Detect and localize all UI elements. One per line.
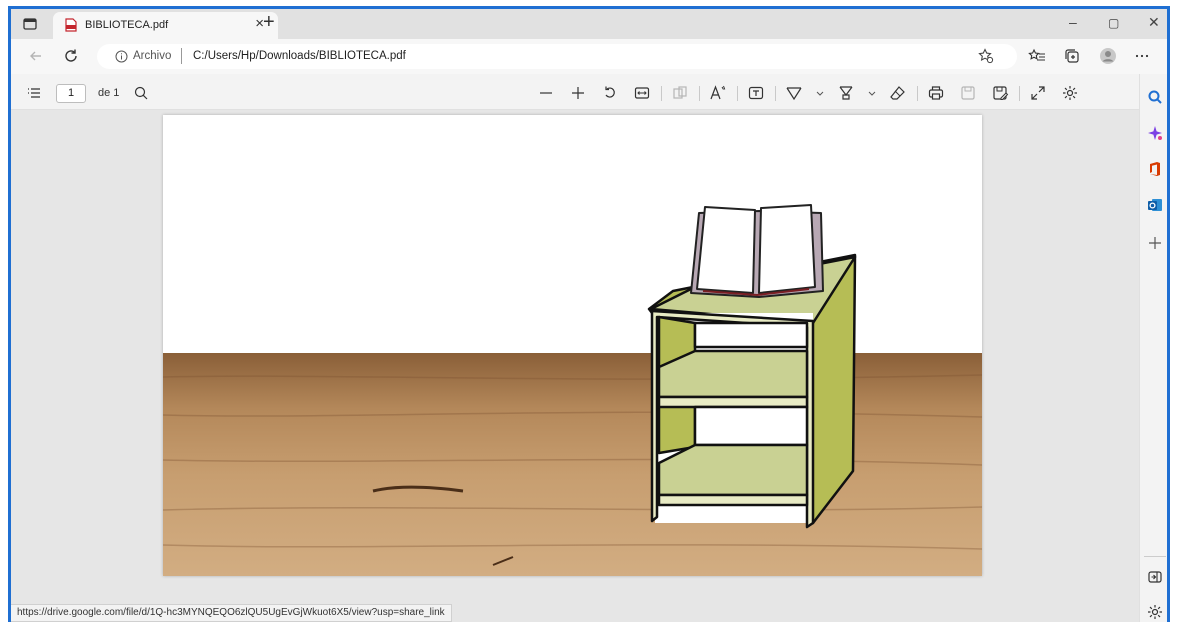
url-text[interactable]: C:/Users/Hp/Downloads/BIBLIOTECA.pdf	[193, 50, 406, 62]
more-icon[interactable]	[1133, 47, 1151, 65]
page-illustration	[163, 115, 982, 576]
read-aloud-icon[interactable]	[709, 84, 727, 102]
contents-icon[interactable]	[25, 84, 43, 102]
status-link: https://drive.google.com/file/d/1Q-hc3MY…	[11, 604, 452, 622]
text-icon[interactable]	[747, 84, 765, 102]
browser-window: BIBLIOTECA.pdf × + – ▢ ✕ Archivo C:/User…	[8, 6, 1170, 622]
pdf-page	[163, 115, 982, 576]
add-icon[interactable]	[1146, 234, 1164, 252]
navigation-bar: Archivo C:/Users/Hp/Downloads/BIBLIOTECA…	[11, 39, 1167, 74]
screen: BIBLIOTECA.pdf × + – ▢ ✕ Archivo C:/User…	[0, 0, 1178, 622]
back-icon[interactable]	[27, 47, 45, 65]
toolbar-divider	[1019, 86, 1020, 101]
toolbar-divider	[737, 86, 738, 101]
page-view-icon[interactable]	[671, 84, 689, 102]
info-icon[interactable]	[115, 50, 128, 63]
print-icon[interactable]	[927, 84, 945, 102]
save-as-icon[interactable]	[991, 84, 1009, 102]
tab-title: BIBLIOTECA.pdf	[85, 19, 169, 31]
address-divider	[181, 48, 182, 64]
zoom-out-icon[interactable]	[537, 84, 555, 102]
favorites-icon[interactable]	[1028, 47, 1046, 65]
toolbar-divider	[917, 86, 918, 101]
fit-page-icon[interactable]	[633, 84, 651, 102]
save-icon[interactable]	[959, 84, 977, 102]
outlook-icon[interactable]	[1146, 196, 1164, 214]
close-window-button[interactable]: ✕	[1148, 14, 1160, 31]
toolbar-divider	[699, 86, 700, 101]
page-count: de 1	[98, 87, 120, 99]
tab-biblioteca[interactable]: BIBLIOTECA.pdf ×	[53, 12, 278, 39]
pdf-toolbar: 1 de 1	[11, 74, 1139, 110]
minimize-button[interactable]: –	[1069, 14, 1077, 30]
sidebar-toggle-icon[interactable]	[1146, 568, 1164, 586]
scheme-label: Archivo	[133, 50, 172, 62]
toolbar-divider	[775, 86, 776, 101]
edge-sidebar	[1139, 74, 1167, 622]
collections-icon[interactable]	[1063, 47, 1081, 65]
toolbar-divider	[661, 86, 662, 101]
copilot-icon[interactable]	[1146, 124, 1164, 142]
settings-icon[interactable]	[1061, 84, 1079, 102]
draw-icon[interactable]	[785, 84, 803, 102]
draw-options-chevron-icon[interactable]	[811, 84, 829, 102]
search-icon[interactable]	[132, 84, 150, 102]
highlight-options-chevron-icon[interactable]	[863, 84, 881, 102]
sidebar-settings-icon[interactable]	[1146, 603, 1164, 621]
fullscreen-icon[interactable]	[1029, 84, 1047, 102]
wood-floor	[163, 353, 982, 576]
pdf-icon	[65, 18, 77, 32]
open-book	[690, 204, 824, 298]
rotate-icon[interactable]	[601, 84, 619, 102]
tab-strip: BIBLIOTECA.pdf × + – ▢ ✕	[11, 9, 1167, 39]
bing-search-icon[interactable]	[1146, 88, 1164, 106]
document-viewport[interactable]	[11, 110, 1139, 622]
restore-button[interactable]: ▢	[1108, 16, 1119, 30]
new-tab-button[interactable]: +	[263, 11, 275, 34]
address-bar[interactable]: Archivo C:/Users/Hp/Downloads/BIBLIOTECA…	[97, 44, 1017, 69]
highlight-icon[interactable]	[837, 84, 855, 102]
erase-icon[interactable]	[889, 84, 907, 102]
office-icon[interactable]	[1146, 160, 1164, 178]
favorite-add-icon[interactable]	[977, 47, 995, 65]
profile-icon[interactable]	[1099, 47, 1117, 65]
sidebar-divider	[1144, 556, 1166, 557]
refresh-icon[interactable]	[62, 47, 80, 65]
tab-actions-icon[interactable]	[21, 15, 39, 33]
zoom-in-icon[interactable]	[569, 84, 587, 102]
page-number-input[interactable]: 1	[56, 84, 86, 103]
